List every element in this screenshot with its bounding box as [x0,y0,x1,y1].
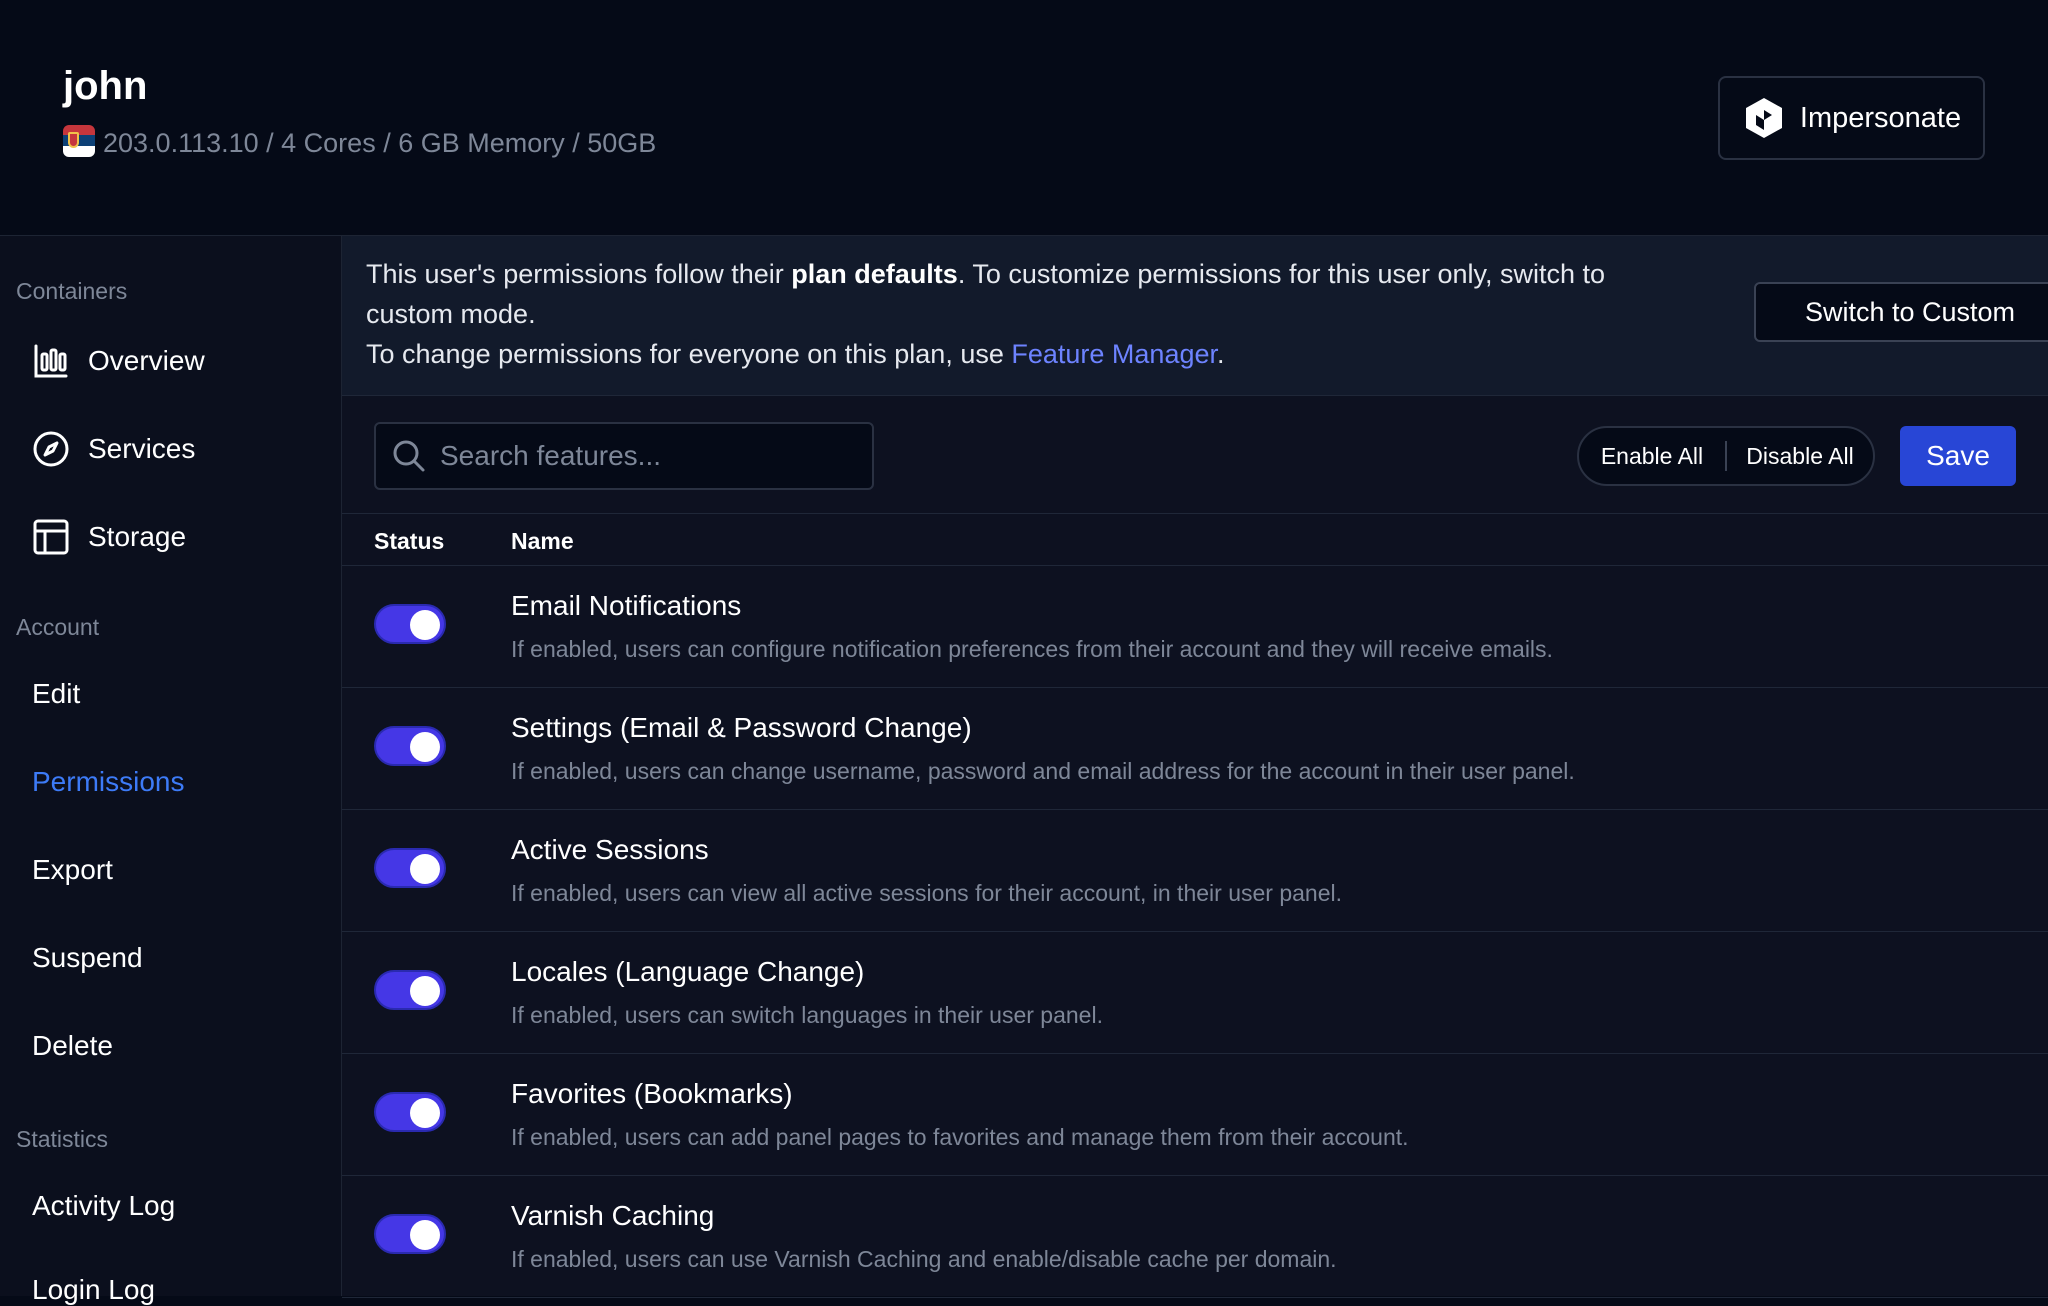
feature-title: Email Notifications [511,590,742,621]
search-input[interactable] [440,440,860,472]
feature-description: If enabled, users can change username, p… [511,758,1575,784]
sidebar-item-permissions[interactable]: Permissions [32,766,184,798]
feature-title: Active Sessions [511,834,709,865]
main-content: This user's permissions follow their pla… [342,236,2048,1298]
feature-description: If enabled, users can use Varnish Cachin… [511,1246,1337,1272]
column-header-status: Status [374,528,445,554]
sidebar-item-label: Activity Log [32,1190,176,1221]
permissions-toolbar: Enable All Disable All Save [342,396,2048,514]
save-button[interactable]: Save [1900,426,2016,486]
table-row: Locales (Language Change) If enabled, us… [342,932,2048,1054]
user-name: john [63,64,148,108]
feature-toggle[interactable] [374,1214,446,1254]
compass-icon [33,431,69,467]
feature-toggle[interactable] [374,1092,446,1132]
enable-all-button[interactable]: Enable All [1579,443,1725,470]
sidebar: Containers Overview Services Storage Acc… [0,236,342,1305]
impersonate-label: Impersonate [1799,101,1962,134]
sidebar-item-activity-log[interactable]: Activity Log [32,1190,175,1222]
feature-toggle[interactable] [374,726,446,766]
server-info-text: 203.0.113.10 / 4 Cores / 6 GB Memory / 5… [103,128,657,158]
table-row: Settings (Email & Password Change) If en… [342,688,2048,810]
table-row: Varnish Caching If enabled, users can us… [342,1176,2048,1298]
sidebar-item-export[interactable]: Export [32,854,113,886]
sidebar-item-storage[interactable]: Storage [32,518,186,556]
plan-defaults-notice: This user's permissions follow their pla… [342,236,2048,396]
table-layout-icon [33,519,69,555]
feature-title: Varnish Caching [511,1200,715,1231]
feature-description: If enabled, users can switch languages i… [511,1002,1103,1028]
cube-icon [1745,98,1782,138]
notice-line2-after: . [1217,339,1225,369]
sidebar-section-containers: Containers [16,278,128,304]
sidebar-item-label: Storage [88,521,187,552]
feature-toggle[interactable] [374,970,446,1010]
server-info: 203.0.113.10 / 4 Cores / 6 GB Memory / 5… [63,124,657,159]
sidebar-section-account: Account [16,614,100,640]
sidebar-item-label: Services [88,433,196,464]
sidebar-item-edit[interactable]: Edit [32,678,80,710]
sidebar-item-suspend[interactable]: Suspend [32,942,143,974]
table-header: Status Name [342,514,2048,566]
feature-manager-link[interactable]: Feature Manager [1011,339,1217,369]
sidebar-item-overview[interactable]: Overview [32,342,205,380]
feature-toggle[interactable] [374,848,446,888]
sidebar-item-label: Export [32,854,113,885]
switch-to-custom-button[interactable]: Switch to Custom [1754,282,2048,342]
sidebar-section-statistics: Statistics [16,1126,109,1152]
sidebar-item-login-log[interactable]: Login Log [32,1274,155,1306]
sidebar-item-label: Suspend [32,942,143,973]
sidebar-item-label: Delete [32,1030,113,1061]
search-box[interactable] [374,422,874,490]
feature-title: Locales (Language Change) [511,956,865,987]
impersonate-button[interactable]: Impersonate [1718,76,1985,160]
notice-text-before: This user's permissions follow their [366,259,792,289]
sidebar-item-delete[interactable]: Delete [32,1030,113,1062]
notice-text-bold: plan defaults [791,259,958,289]
feature-title: Favorites (Bookmarks) [511,1078,793,1109]
table-row: Favorites (Bookmarks) If enabled, users … [342,1054,2048,1176]
sidebar-item-label: Permissions [32,766,185,797]
feature-description: If enabled, users can configure notifica… [511,636,1553,662]
table-row: Active Sessions If enabled, users can vi… [342,810,2048,932]
table-row: Email Notifications If enabled, users ca… [342,566,2048,688]
feature-toggle[interactable] [374,604,446,644]
bar-chart-icon [34,344,68,378]
disable-all-button[interactable]: Disable All [1727,443,1873,470]
search-icon [393,440,425,472]
feature-title: Settings (Email & Password Change) [511,712,972,743]
sidebar-item-services[interactable]: Services [32,430,195,468]
notice-text: This user's permissions follow their pla… [366,254,1696,374]
column-header-name: Name [511,528,574,554]
serbia-flag-icon [63,124,95,157]
feature-list: Email Notifications If enabled, users ca… [342,566,2048,1298]
sidebar-item-label: Edit [32,678,81,709]
sidebar-item-label: Login Log [32,1274,156,1305]
bulk-toggle-group: Enable All Disable All [1577,426,1875,486]
page-header: john 203.0.113.10 / 4 Cores / 6 GB Memor… [0,0,2048,236]
feature-description: If enabled, users can add panel pages to… [511,1124,1409,1150]
sidebar-item-label: Overview [88,345,205,376]
notice-line2-before: To change permissions for everyone on th… [366,339,1012,369]
feature-description: If enabled, users can view all active se… [511,880,1342,906]
